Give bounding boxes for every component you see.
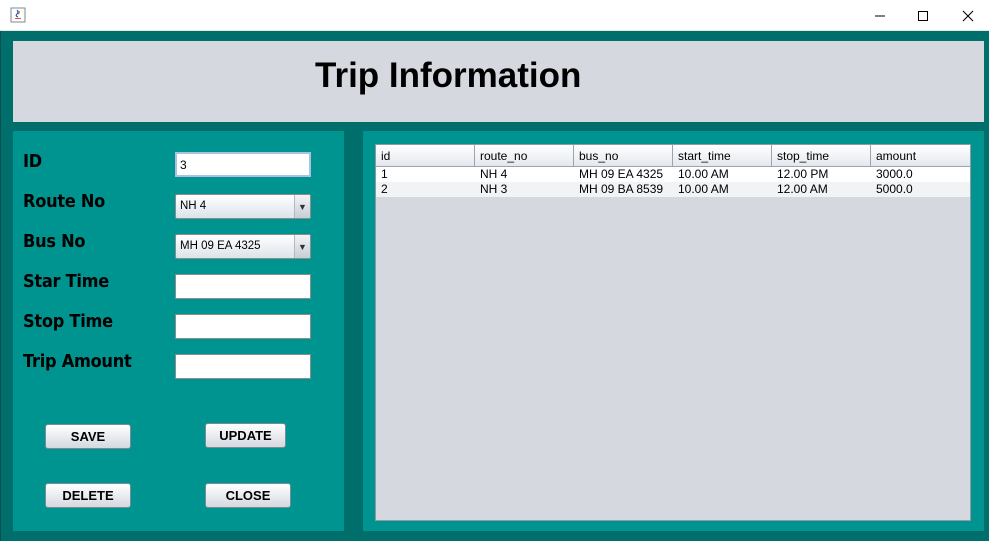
column-header-stop-time[interactable]: stop_time (772, 145, 871, 167)
close-window-button[interactable] (945, 0, 989, 31)
stop-time-label: Stop Time (23, 311, 113, 332)
trip-form-panel: ID Route No NH 4 ▼ Bus No MH 09 EA 4325 … (13, 131, 344, 531)
table-cell: 10.00 AM (678, 182, 729, 196)
column-header-amount[interactable]: amount (871, 145, 970, 167)
start-time-label: Star Time (23, 271, 110, 292)
maximize-icon (918, 10, 928, 21)
stop-time-field[interactable] (175, 314, 311, 339)
page-title: Trip Information (315, 56, 582, 95)
trip-amount-label: Trip Amount (23, 351, 132, 372)
start-time-field[interactable] (175, 274, 311, 299)
close-icon (962, 10, 974, 21)
route-no-select[interactable]: NH 4 ▼ (175, 194, 311, 219)
table-cell: MH 09 BA 8539 (579, 182, 664, 196)
table-cell: NH 3 (480, 182, 508, 196)
table-body: 1 NH 4 MH 09 EA 4325 10.00 AM 12.00 PM 3… (376, 167, 970, 197)
table-cell: 3000.0 (876, 167, 913, 181)
bus-no-selected: MH 09 EA 4325 (180, 240, 261, 252)
table-cell: 10.00 AM (678, 167, 729, 181)
table-row[interactable]: 2 NH 3 MH 09 BA 8539 10.00 AM 12.00 AM 5… (376, 182, 970, 197)
window-title-bar (0, 0, 989, 31)
id-field[interactable] (175, 152, 311, 177)
table-cell: 1 (381, 167, 388, 181)
column-header-bus-no[interactable]: bus_no (574, 145, 673, 167)
chevron-down-icon[interactable]: ▼ (294, 235, 310, 258)
table-row[interactable]: 1 NH 4 MH 09 EA 4325 10.00 AM 12.00 PM 3… (376, 167, 970, 182)
minimize-icon (875, 15, 885, 16)
trip-amount-field[interactable] (175, 354, 311, 379)
maximize-button[interactable] (900, 0, 946, 31)
table-cell: MH 09 EA 4325 (579, 167, 664, 181)
column-header-id[interactable]: id (376, 145, 475, 167)
content-frame: Trip Information ID Route No NH 4 ▼ Bus … (0, 31, 989, 541)
chevron-down-icon[interactable]: ▼ (294, 195, 310, 218)
table-cell: NH 4 (480, 167, 508, 181)
bus-no-label: Bus No (23, 231, 86, 252)
bus-no-select[interactable]: MH 09 EA 4325 ▼ (175, 234, 311, 259)
route-no-label: Route No (23, 191, 106, 212)
header-panel: Trip Information (13, 41, 984, 122)
route-no-selected: NH 4 (180, 200, 207, 212)
minimize-button[interactable] (857, 0, 903, 31)
delete-button[interactable]: DELETE (45, 483, 131, 508)
column-header-route-no[interactable]: route_no (475, 145, 574, 167)
table-header: id route_no bus_no start_time stop_time … (376, 145, 970, 167)
id-label: ID (23, 151, 42, 172)
save-button[interactable]: SAVE (45, 424, 131, 449)
java-app-icon (10, 7, 26, 23)
table-cell: 12.00 AM (777, 182, 828, 196)
table-cell: 5000.0 (876, 182, 913, 196)
trip-table[interactable]: id route_no bus_no start_time stop_time … (375, 144, 971, 521)
column-header-start-time[interactable]: start_time (673, 145, 772, 167)
trip-table-panel: id route_no bus_no start_time stop_time … (363, 131, 984, 531)
update-button[interactable]: UPDATE (205, 423, 286, 448)
table-cell: 2 (381, 182, 388, 196)
close-button[interactable]: CLOSE (205, 483, 291, 508)
table-cell: 12.00 PM (777, 167, 829, 181)
